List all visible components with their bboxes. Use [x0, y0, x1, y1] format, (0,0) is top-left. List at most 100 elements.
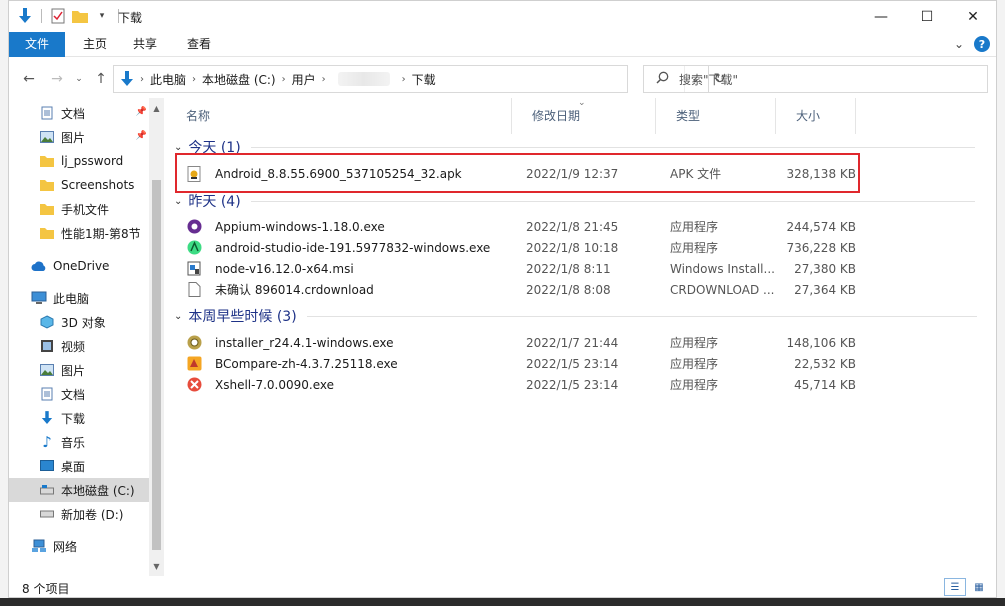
- nav-label: 下载: [61, 411, 86, 426]
- scroll-thumb[interactable]: [152, 180, 161, 550]
- file-date: 2022/1/8 8:11: [526, 261, 611, 276]
- expand-ribbon-icon[interactable]: ⌄: [954, 37, 964, 51]
- collapse-chevron-icon[interactable]: ⌄: [174, 311, 182, 322]
- nav-item-this-pc[interactable]: 此电脑: [9, 286, 149, 310]
- up-arrow-icon[interactable]: ↑: [91, 69, 111, 89]
- nav-scrollbar[interactable]: ▲ ▼: [149, 98, 164, 576]
- ribbon-tabs: 文件 主页 共享 查看 ⌄ ?: [9, 32, 996, 57]
- group-divider: [250, 200, 975, 202]
- nav-item-network[interactable]: 网络: [9, 534, 149, 558]
- music-icon: ♪: [42, 433, 52, 451]
- scroll-down-icon[interactable]: ▼: [149, 558, 164, 574]
- tab-view[interactable]: 查看: [179, 32, 219, 57]
- column-header-name[interactable]: 名称: [166, 98, 512, 134]
- drive-icon: [39, 482, 55, 498]
- file-type: 应用程序: [670, 378, 719, 392]
- file-name: installer_r24.4.1-windows.exe: [215, 335, 394, 350]
- nav-item-downloads[interactable]: 下载: [9, 406, 149, 430]
- file-row[interactable]: Appium-windows-1.18.0.exe 2022/1/8 21:45…: [186, 216, 856, 237]
- recent-locations-chevron-icon[interactable]: ⌄: [69, 69, 89, 89]
- folder-icon: [39, 153, 55, 169]
- nav-item-lj-pssword[interactable]: lj_pssword: [9, 149, 149, 173]
- file-row[interactable]: Xshell-7.0.0090.exe 2022/1/5 23:14 应用程序 …: [186, 374, 856, 395]
- computer-icon: [31, 290, 47, 306]
- cloud-icon: [31, 258, 47, 274]
- nav-item-desktop[interactable]: 桌面: [9, 454, 149, 478]
- back-arrow-icon[interactable]: ←: [19, 69, 39, 89]
- msi-icon: [186, 261, 202, 277]
- large-icons-view-icon[interactable]: ▦: [968, 578, 990, 596]
- group-divider: [306, 315, 977, 317]
- nav-item-music[interactable]: ♪ 音乐: [9, 430, 149, 454]
- nav-label: 此电脑: [53, 291, 90, 306]
- group-header-yesterday[interactable]: ⌄ 昨天 (4): [174, 191, 975, 211]
- search-box[interactable]: 搜索"下载": [643, 65, 988, 93]
- file-row[interactable]: node-v16.12.0-x64.msi 2022/1/8 8:11 Wind…: [186, 258, 856, 279]
- tab-file[interactable]: 文件: [9, 32, 65, 57]
- group-header-earlier-this-week[interactable]: ⌄ 本周早些时候 (3): [174, 306, 977, 326]
- file-name: 未确认 896014.crdownload: [215, 283, 374, 297]
- new-folder-icon[interactable]: [72, 8, 88, 24]
- breadcrumb-downloads[interactable]: 下载: [412, 71, 436, 88]
- download-arrow-icon[interactable]: [17, 8, 33, 24]
- breadcrumb-chevron-icon[interactable]: ›: [322, 74, 326, 85]
- nav-item-phone-files[interactable]: 手机文件: [9, 197, 149, 221]
- nav-item-local-disk-c[interactable]: 本地磁盘 (C:): [9, 478, 149, 502]
- tab-share[interactable]: 共享: [125, 32, 165, 57]
- breadcrumb-chevron-icon[interactable]: ›: [402, 74, 406, 85]
- folder-icon: [39, 201, 55, 217]
- file-date: 2022/1/8 21:45: [526, 219, 619, 234]
- nav-item-perf-lesson[interactable]: 性能1期-第8节: [9, 221, 149, 245]
- maximize-button[interactable]: ☐: [904, 1, 950, 32]
- nav-item-onedrive[interactable]: OneDrive: [9, 254, 149, 278]
- address-bar[interactable]: › 此电脑 › 本地磁盘 (C:) › 用户 › › 下载 ⌄ ↻: [113, 65, 725, 93]
- ribbon-right-controls: ⌄ ?: [954, 36, 990, 52]
- nav-item-videos[interactable]: 视频: [9, 334, 149, 358]
- file-size: 244,574 KB: [786, 219, 856, 234]
- forward-arrow-icon[interactable]: →: [47, 69, 67, 89]
- file-row[interactable]: installer_r24.4.1-windows.exe 2022/1/7 2…: [186, 332, 856, 353]
- documents-icon: [39, 386, 55, 402]
- file-type: 应用程序: [670, 336, 719, 350]
- breadcrumb-this-pc[interactable]: 此电脑: [150, 71, 186, 88]
- breadcrumb-local-disk[interactable]: 本地磁盘 (C:): [202, 71, 276, 88]
- details-view-icon[interactable]: ☰: [944, 578, 966, 596]
- file-row[interactable]: 未确认 896014.crdownload 2022/1/8 8:08 CRDO…: [186, 279, 856, 300]
- nav-item-quick-pictures[interactable]: 图片 📌: [9, 125, 149, 149]
- nav-item-documents[interactable]: 文档: [9, 382, 149, 406]
- customize-dropdown-icon[interactable]: ▾: [94, 8, 110, 24]
- column-header-size[interactable]: 大小: [776, 98, 856, 134]
- breadcrumb-chevron-icon[interactable]: ›: [140, 74, 144, 85]
- close-button[interactable]: ✕: [950, 1, 996, 32]
- pin-icon[interactable]: 📌: [136, 131, 147, 141]
- help-icon[interactable]: ?: [974, 36, 990, 52]
- minimize-button[interactable]: —: [858, 1, 904, 32]
- navigation-pane: 文档 📌 图片 📌 lj_pssword Screenshots 手机文件 性能…: [9, 98, 164, 576]
- file-row[interactable]: BCompare-zh-4.3.7.25118.exe 2022/1/5 23:…: [186, 353, 856, 374]
- nav-label: Screenshots: [61, 178, 135, 192]
- file-row[interactable]: android-studio-ide-191.5977832-windows.e…: [186, 237, 856, 258]
- nav-item-quick-documents[interactable]: 文档 📌: [9, 101, 149, 125]
- properties-icon[interactable]: [50, 8, 66, 24]
- nav-label: 图片: [61, 130, 86, 145]
- toolbar-divider: [41, 9, 42, 23]
- nav-item-pictures[interactable]: 图片: [9, 358, 149, 382]
- nav-item-screenshots[interactable]: Screenshots: [9, 173, 149, 197]
- pin-icon[interactable]: 📌: [136, 107, 147, 117]
- column-header-type[interactable]: 类型: [656, 98, 776, 134]
- breadcrumb-users[interactable]: 用户: [292, 71, 316, 88]
- file-size: 27,380 KB: [794, 261, 856, 276]
- nav-label: 桌面: [61, 459, 86, 474]
- scroll-up-icon[interactable]: ▲: [149, 100, 164, 116]
- tab-home[interactable]: 主页: [75, 32, 115, 57]
- collapse-chevron-icon[interactable]: ⌄: [174, 142, 182, 153]
- breadcrumb-chevron-icon[interactable]: ›: [192, 74, 196, 85]
- nav-item-new-volume-d[interactable]: 新加卷 (D:): [9, 502, 149, 526]
- collapse-chevron-icon[interactable]: ⌄: [174, 196, 182, 207]
- nav-item-3d-objects[interactable]: 3D 对象: [9, 310, 149, 334]
- search-input[interactable]: 搜索"下载": [679, 71, 738, 88]
- taskbar-strip: [0, 598, 1005, 606]
- pictures-icon: [39, 129, 55, 145]
- breadcrumb-chevron-icon[interactable]: ›: [282, 74, 286, 85]
- group-title: 本周早些时候 (3): [188, 309, 297, 325]
